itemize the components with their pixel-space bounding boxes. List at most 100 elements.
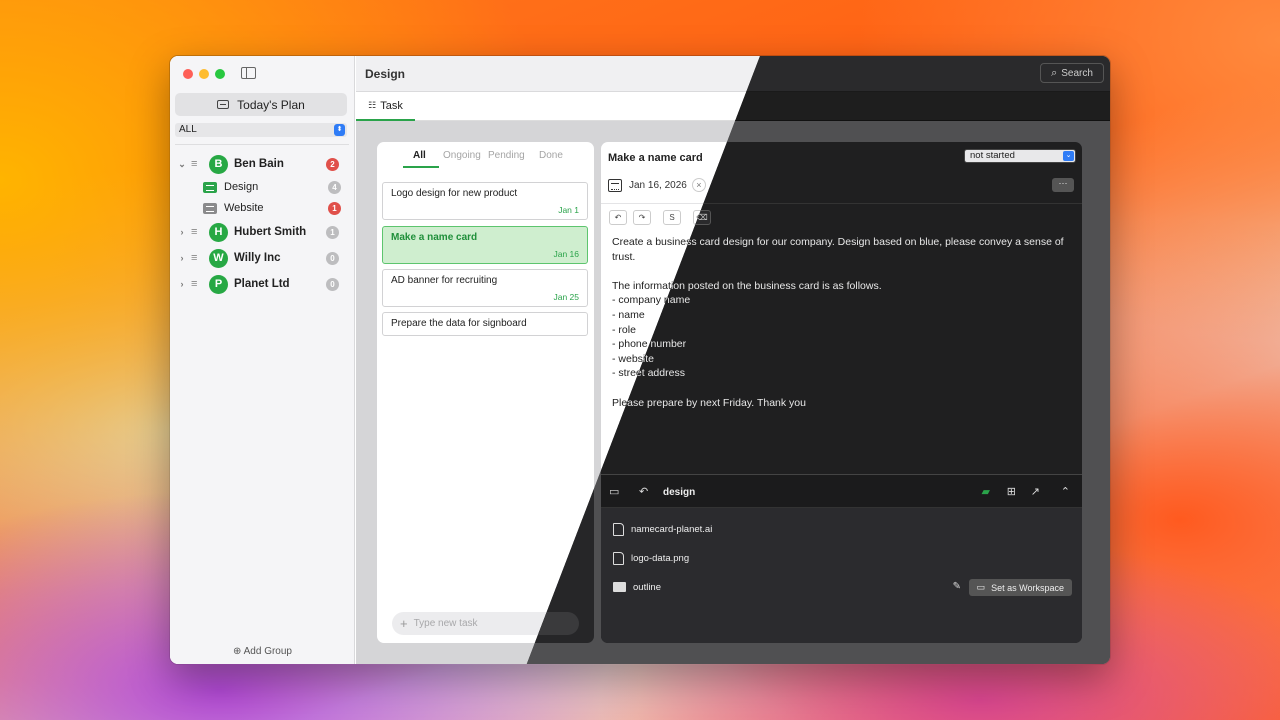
more-options-button[interactable]: ···	[1052, 178, 1074, 192]
zoom-window-button[interactable]	[215, 69, 225, 79]
task-title: AD banner for recruiting	[391, 275, 498, 286]
search-button[interactable]: ⌕ Search	[1040, 63, 1104, 83]
workspace-tray-icon[interactable]: ▰	[982, 485, 990, 498]
task-card[interactable]: AD banner for recruiting Jan 25	[382, 269, 588, 307]
count-badge: 4	[328, 180, 341, 194]
group-name: Willy Inc	[234, 252, 281, 264]
task-date: Jan 1	[558, 205, 579, 215]
tray-icon: ▭	[976, 582, 986, 592]
list-icon	[203, 202, 217, 214]
drag-handle-icon[interactable]: ≡	[191, 158, 203, 170]
sidebar-group-willy-inc[interactable]: › ≡ W Willy Inc 0	[170, 248, 355, 268]
group-name: Planet Ltd	[234, 278, 290, 290]
file-name: namecard-planet.ai	[631, 523, 713, 535]
drag-handle-icon[interactable]: ≡	[191, 278, 203, 290]
chevron-updown-icon: ⬍	[334, 124, 345, 136]
filter-pending[interactable]: Pending	[488, 150, 525, 161]
group-name: Ben Bain	[234, 158, 284, 170]
task-title: Logo design for new product	[391, 188, 518, 199]
task-card[interactable]: Prepare the data for signboard	[382, 312, 588, 336]
tab-task[interactable]: ☷ Task	[356, 92, 415, 121]
folder-name: outline	[633, 581, 661, 593]
group-filter-value: ALL	[179, 124, 197, 135]
strikethrough-button[interactable]: S	[663, 210, 681, 225]
drag-handle-icon[interactable]: ≡	[191, 226, 203, 238]
file-panel-dark: ▭ ↶ design ▰ ⊞ ↗ ⌃ namecard-planet.ai lo…	[601, 474, 1082, 643]
current-folder-name: design	[663, 487, 696, 498]
task-card[interactable]: Logo design for new product Jan 1	[382, 182, 588, 220]
filter-all[interactable]: All	[413, 150, 426, 161]
task-filter-tabs: All Ongoing Pending Done	[377, 142, 594, 168]
back-arrow-icon[interactable]: ↶	[639, 485, 648, 498]
redo-button[interactable]: ↷	[633, 210, 651, 225]
clear-date-icon[interactable]: ×	[691, 178, 706, 192]
chevron-right-icon[interactable]: ›	[173, 253, 191, 263]
plus-circle-icon: ⊕	[233, 646, 242, 657]
sidebar: Today's Plan ALL ⬍ ⌄ ≡ B Ben Bain 2 Desi…	[170, 56, 355, 664]
sidebar-item-website[interactable]: Website 1	[203, 199, 353, 217]
undo-button[interactable]: ↶	[609, 210, 627, 225]
plus-icon: +	[400, 616, 408, 631]
task-list-panel: All Ongoing Pending Done Logo design for…	[377, 142, 594, 643]
close-window-button[interactable]	[183, 69, 193, 79]
folder-icon	[613, 582, 626, 592]
tab-label: Task	[380, 99, 403, 112]
group-name: Hubert Smith	[234, 226, 307, 238]
open-external-icon[interactable]: ↗	[1031, 485, 1040, 498]
minimize-window-button[interactable]	[199, 69, 209, 79]
calendar-icon	[608, 178, 622, 192]
new-folder-icon[interactable]: ⊞	[1007, 485, 1016, 498]
search-icon: ⌕	[1051, 66, 1058, 79]
active-filter-underline	[403, 166, 439, 168]
count-badge: 0	[326, 251, 339, 265]
add-group-button[interactable]: ⊕ Add Group	[170, 646, 355, 657]
sidebar-item-label: Website	[224, 202, 264, 214]
file-item[interactable]: namecard-planet.ai	[613, 521, 712, 537]
chevron-up-icon[interactable]: ⌃	[1061, 485, 1070, 498]
task-title: Prepare the data for signboard	[391, 318, 527, 329]
sidebar-group-planet-ltd[interactable]: › ≡ P Planet Ltd 0	[170, 274, 355, 294]
chevron-right-icon[interactable]: ›	[173, 279, 191, 289]
sidebar-toggle-icon[interactable]	[241, 67, 256, 79]
count-badge: 0	[326, 277, 339, 291]
folder-icon[interactable]: ▭	[609, 485, 619, 498]
set-workspace-button[interactable]: ▭ Set as Workspace	[968, 579, 1072, 596]
window-controls	[183, 69, 225, 79]
todays-plan-button[interactable]: Today's Plan	[175, 93, 347, 116]
pencil-icon[interactable]: ✎	[953, 581, 961, 592]
document-icon	[613, 522, 624, 536]
task-detail-title[interactable]: Make a name card	[608, 152, 703, 164]
add-group-label: Add Group	[243, 646, 292, 657]
group-filter-select[interactable]: ALL ⬍	[175, 123, 347, 137]
count-badge: 1	[326, 225, 339, 239]
sidebar-group-ben-bain[interactable]: ⌄ ≡ B Ben Bain 2	[170, 154, 355, 174]
avatar: H	[209, 222, 228, 242]
avatar: B	[209, 154, 228, 174]
due-date-text: Jan 16, 2026	[629, 179, 687, 191]
file-item[interactable]: logo-data.png	[613, 550, 689, 566]
folder-item[interactable]: outline	[613, 579, 661, 595]
task-date: Jan 25	[553, 292, 579, 302]
drag-handle-icon[interactable]: ≡	[191, 252, 203, 264]
checklist-icon: ☷	[368, 100, 377, 110]
avatar: W	[209, 248, 228, 268]
list-icon	[203, 181, 217, 193]
task-title: Make a name card	[391, 232, 478, 243]
due-date[interactable]: Jan 16, 2026 ×	[608, 177, 706, 193]
sidebar-group-hubert-smith[interactable]: › ≡ H Hubert Smith 1	[170, 222, 355, 242]
filter-done[interactable]: Done	[539, 150, 563, 161]
new-task-placeholder: Type new task	[413, 618, 478, 629]
status-select[interactable]: not started ⌄	[964, 149, 1076, 163]
task-card-selected[interactable]: Make a name card Jan 16	[382, 226, 588, 264]
task-description[interactable]: Create a business card design for our co…	[612, 235, 1074, 410]
sidebar-item-design[interactable]: Design 4	[203, 178, 353, 196]
chevron-right-icon[interactable]: ›	[173, 227, 191, 237]
file-panel-header: ▭ ↶ design ▰ ⊞ ↗ ⌃	[601, 475, 1082, 508]
filter-ongoing[interactable]: Ongoing	[443, 150, 481, 161]
set-workspace-label: Set as Workspace	[991, 582, 1064, 593]
todays-plan-label: Today's Plan	[237, 97, 305, 112]
search-label: Search	[1061, 67, 1093, 79]
page-title: Design	[365, 67, 406, 81]
chevron-down-icon[interactable]: ⌄	[173, 159, 191, 170]
chevron-down-icon: ⌄	[1063, 151, 1074, 161]
